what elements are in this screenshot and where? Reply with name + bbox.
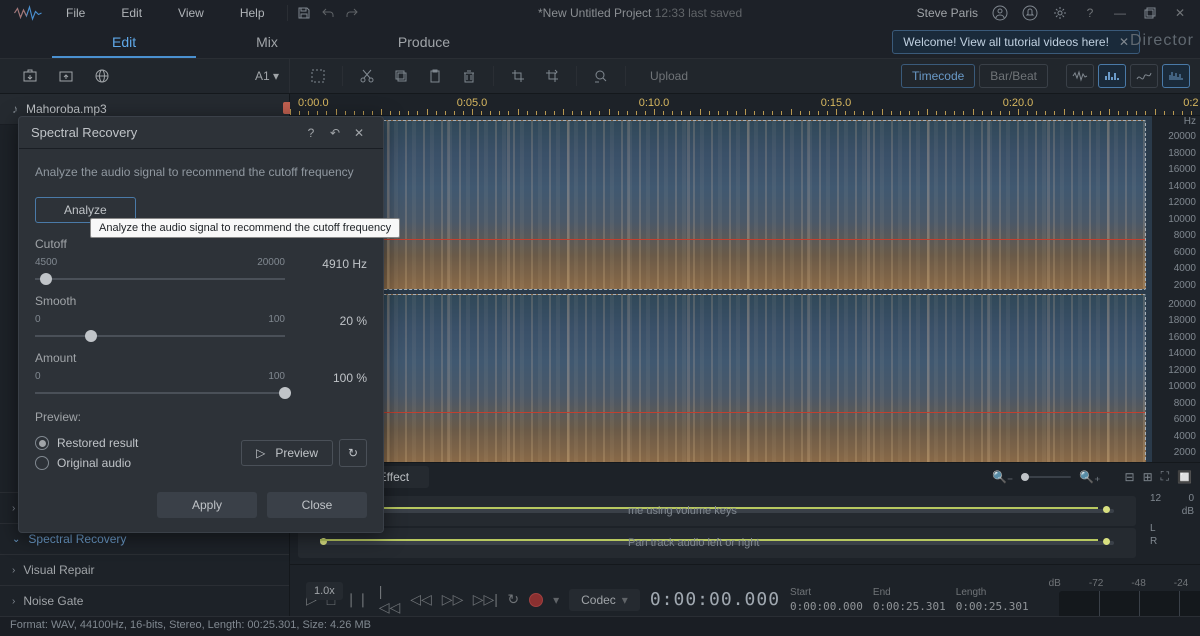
welcome-close-icon[interactable]: ✕ xyxy=(1119,35,1129,49)
save-icon[interactable] xyxy=(292,1,316,25)
redo-icon[interactable] xyxy=(340,1,364,25)
amount-value: 100 % xyxy=(333,371,367,385)
radio-restored[interactable]: Restored result xyxy=(35,436,138,450)
volume-track-row[interactable]: me using volume keys xyxy=(298,496,1136,526)
timecode-toggle[interactable]: Timecode xyxy=(901,64,975,88)
select-icon[interactable] xyxy=(304,62,332,90)
forward-icon[interactable]: ▷▷ xyxy=(442,588,464,612)
apply-button[interactable]: Apply xyxy=(157,492,257,518)
export-icon[interactable] xyxy=(52,62,80,90)
frequency-scale: Hz 2000018000 1600014000 1200010000 8000… xyxy=(1152,116,1200,462)
spectral-recovery-dialog: Spectral Recovery ? ↶ ✕ Analyze the audi… xyxy=(18,116,384,533)
play-icon: ▷ xyxy=(256,446,265,460)
level-meter xyxy=(1059,591,1200,616)
zoom-slider[interactable] xyxy=(1021,476,1071,478)
zoom-selection-icon[interactable] xyxy=(587,62,615,90)
crop-dropdown-icon[interactable] xyxy=(538,62,566,90)
preview-button[interactable]: ▷ Preview xyxy=(241,440,333,466)
user-icon[interactable] xyxy=(988,1,1012,25)
tree-noise-gate[interactable]: ›Noise Gate xyxy=(0,585,289,616)
cut-icon[interactable] xyxy=(353,62,381,90)
analyze-tooltip: Analyze the audio signal to recommend th… xyxy=(90,218,400,238)
mode-mix[interactable]: Mix xyxy=(196,26,338,58)
mode-edit[interactable]: Edit xyxy=(52,26,196,58)
record-icon[interactable] xyxy=(529,588,543,612)
mode-produce[interactable]: Produce xyxy=(338,26,510,58)
loop-icon[interactable]: ↻ xyxy=(507,588,519,612)
barbeat-toggle[interactable]: Bar/Beat xyxy=(979,64,1048,88)
minimize-icon[interactable]: — xyxy=(1108,1,1132,25)
view-both-icon[interactable] xyxy=(1162,64,1190,88)
bell-icon[interactable] xyxy=(1018,1,1042,25)
menu-edit[interactable]: Edit xyxy=(103,2,160,24)
font-size-button[interactable]: A1 ▾ xyxy=(245,66,289,86)
delete-icon[interactable] xyxy=(455,62,483,90)
radio-icon[interactable] xyxy=(35,436,49,450)
dialog-reset-icon[interactable]: ↶ xyxy=(323,121,347,145)
welcome-banner[interactable]: Welcome! View all tutorial videos here! … xyxy=(892,30,1140,54)
codec-button[interactable]: Codec▾ xyxy=(569,589,640,611)
help-icon[interactable]: ? xyxy=(1078,1,1102,25)
view-spectral-icon[interactable] xyxy=(1098,64,1126,88)
view-pitch-icon[interactable] xyxy=(1130,64,1158,88)
pan-track-row[interactable]: Pan track audio left or right xyxy=(298,528,1136,558)
cutoff-slider[interactable] xyxy=(35,278,285,280)
zoom-v-out-icon[interactable]: ⊟ xyxy=(1125,470,1135,484)
gear-icon[interactable] xyxy=(1048,1,1072,25)
close-icon[interactable]: ✕ xyxy=(1168,1,1192,25)
zoom-v-in-icon[interactable]: ⊞ xyxy=(1143,470,1153,484)
spectrogram-channel-right[interactable] xyxy=(296,294,1146,462)
start-time: Start0:00:00.000 xyxy=(790,587,863,613)
dialog-description: Analyze the audio signal to recommend th… xyxy=(35,165,367,179)
timecode-display: 0:00:00.000 xyxy=(650,589,780,610)
zoom-region-icon[interactable]: 🔲 xyxy=(1177,470,1192,484)
dialog-help-icon[interactable]: ? xyxy=(299,121,323,145)
end-time: End0:00:25.301 xyxy=(873,587,946,613)
smooth-slider[interactable] xyxy=(35,335,285,337)
zoom-out-icon[interactable]: 🔍₋ xyxy=(992,470,1013,484)
view-waveform-icon[interactable] xyxy=(1066,64,1094,88)
zoom-fit-icon[interactable]: ⛶ xyxy=(1161,469,1169,484)
globe-icon[interactable] xyxy=(88,62,116,90)
undo-icon[interactable] xyxy=(316,1,340,25)
loop-preview-icon[interactable]: ↻ xyxy=(339,439,367,467)
time-ruler[interactable]: 0:00.0 0:05.0 0:10.0 0:15.0 0:20.0 0:2 xyxy=(290,94,1200,116)
skip-start-icon[interactable]: |◁◁ xyxy=(379,588,401,612)
skip-end-icon[interactable]: ▷▷| xyxy=(473,588,497,612)
import-icon[interactable] xyxy=(16,62,44,90)
maximize-icon[interactable] xyxy=(1138,1,1162,25)
paste-icon[interactable] xyxy=(421,62,449,90)
upload-button[interactable]: Upload xyxy=(636,65,702,87)
tree-visual-repair[interactable]: ›Visual Repair xyxy=(0,554,289,585)
spectrogram-channel-left[interactable] xyxy=(296,120,1146,290)
brand-label: Director xyxy=(1130,32,1194,50)
dialog-title: Spectral Recovery xyxy=(31,125,299,140)
smooth-value: 20 % xyxy=(340,314,367,328)
amount-slider[interactable] xyxy=(35,392,285,394)
rewind-icon[interactable]: ◁◁ xyxy=(410,588,432,612)
playback-speed[interactable]: 1.0x xyxy=(306,582,343,600)
zoom-in-icon[interactable]: 🔍₊ xyxy=(1079,470,1100,484)
length-time: Length0:00:25.301 xyxy=(956,587,1029,613)
spectrogram-view[interactable] xyxy=(290,116,1152,462)
music-note-icon: ♪ xyxy=(12,102,18,116)
menu-help[interactable]: Help xyxy=(222,2,283,24)
status-bar: Format: WAV, 44100Hz, 16-bits, Stereo, L… xyxy=(0,616,1200,636)
radio-original[interactable]: Original audio xyxy=(35,456,138,470)
project-title: *New Untitled Project 12:33 last saved xyxy=(364,6,917,20)
app-logo xyxy=(8,0,48,26)
dialog-close-icon[interactable]: ✕ xyxy=(347,121,371,145)
radio-icon[interactable] xyxy=(35,456,49,470)
menu-file[interactable]: File xyxy=(48,2,103,24)
cutoff-value: 4910 Hz xyxy=(322,257,367,271)
pause-icon[interactable]: ❘❘ xyxy=(345,588,368,612)
crop-icon[interactable] xyxy=(504,62,532,90)
user-name: Steve Paris xyxy=(917,6,978,20)
menu-view[interactable]: View xyxy=(160,2,222,24)
close-button[interactable]: Close xyxy=(267,492,367,518)
copy-icon[interactable] xyxy=(387,62,415,90)
